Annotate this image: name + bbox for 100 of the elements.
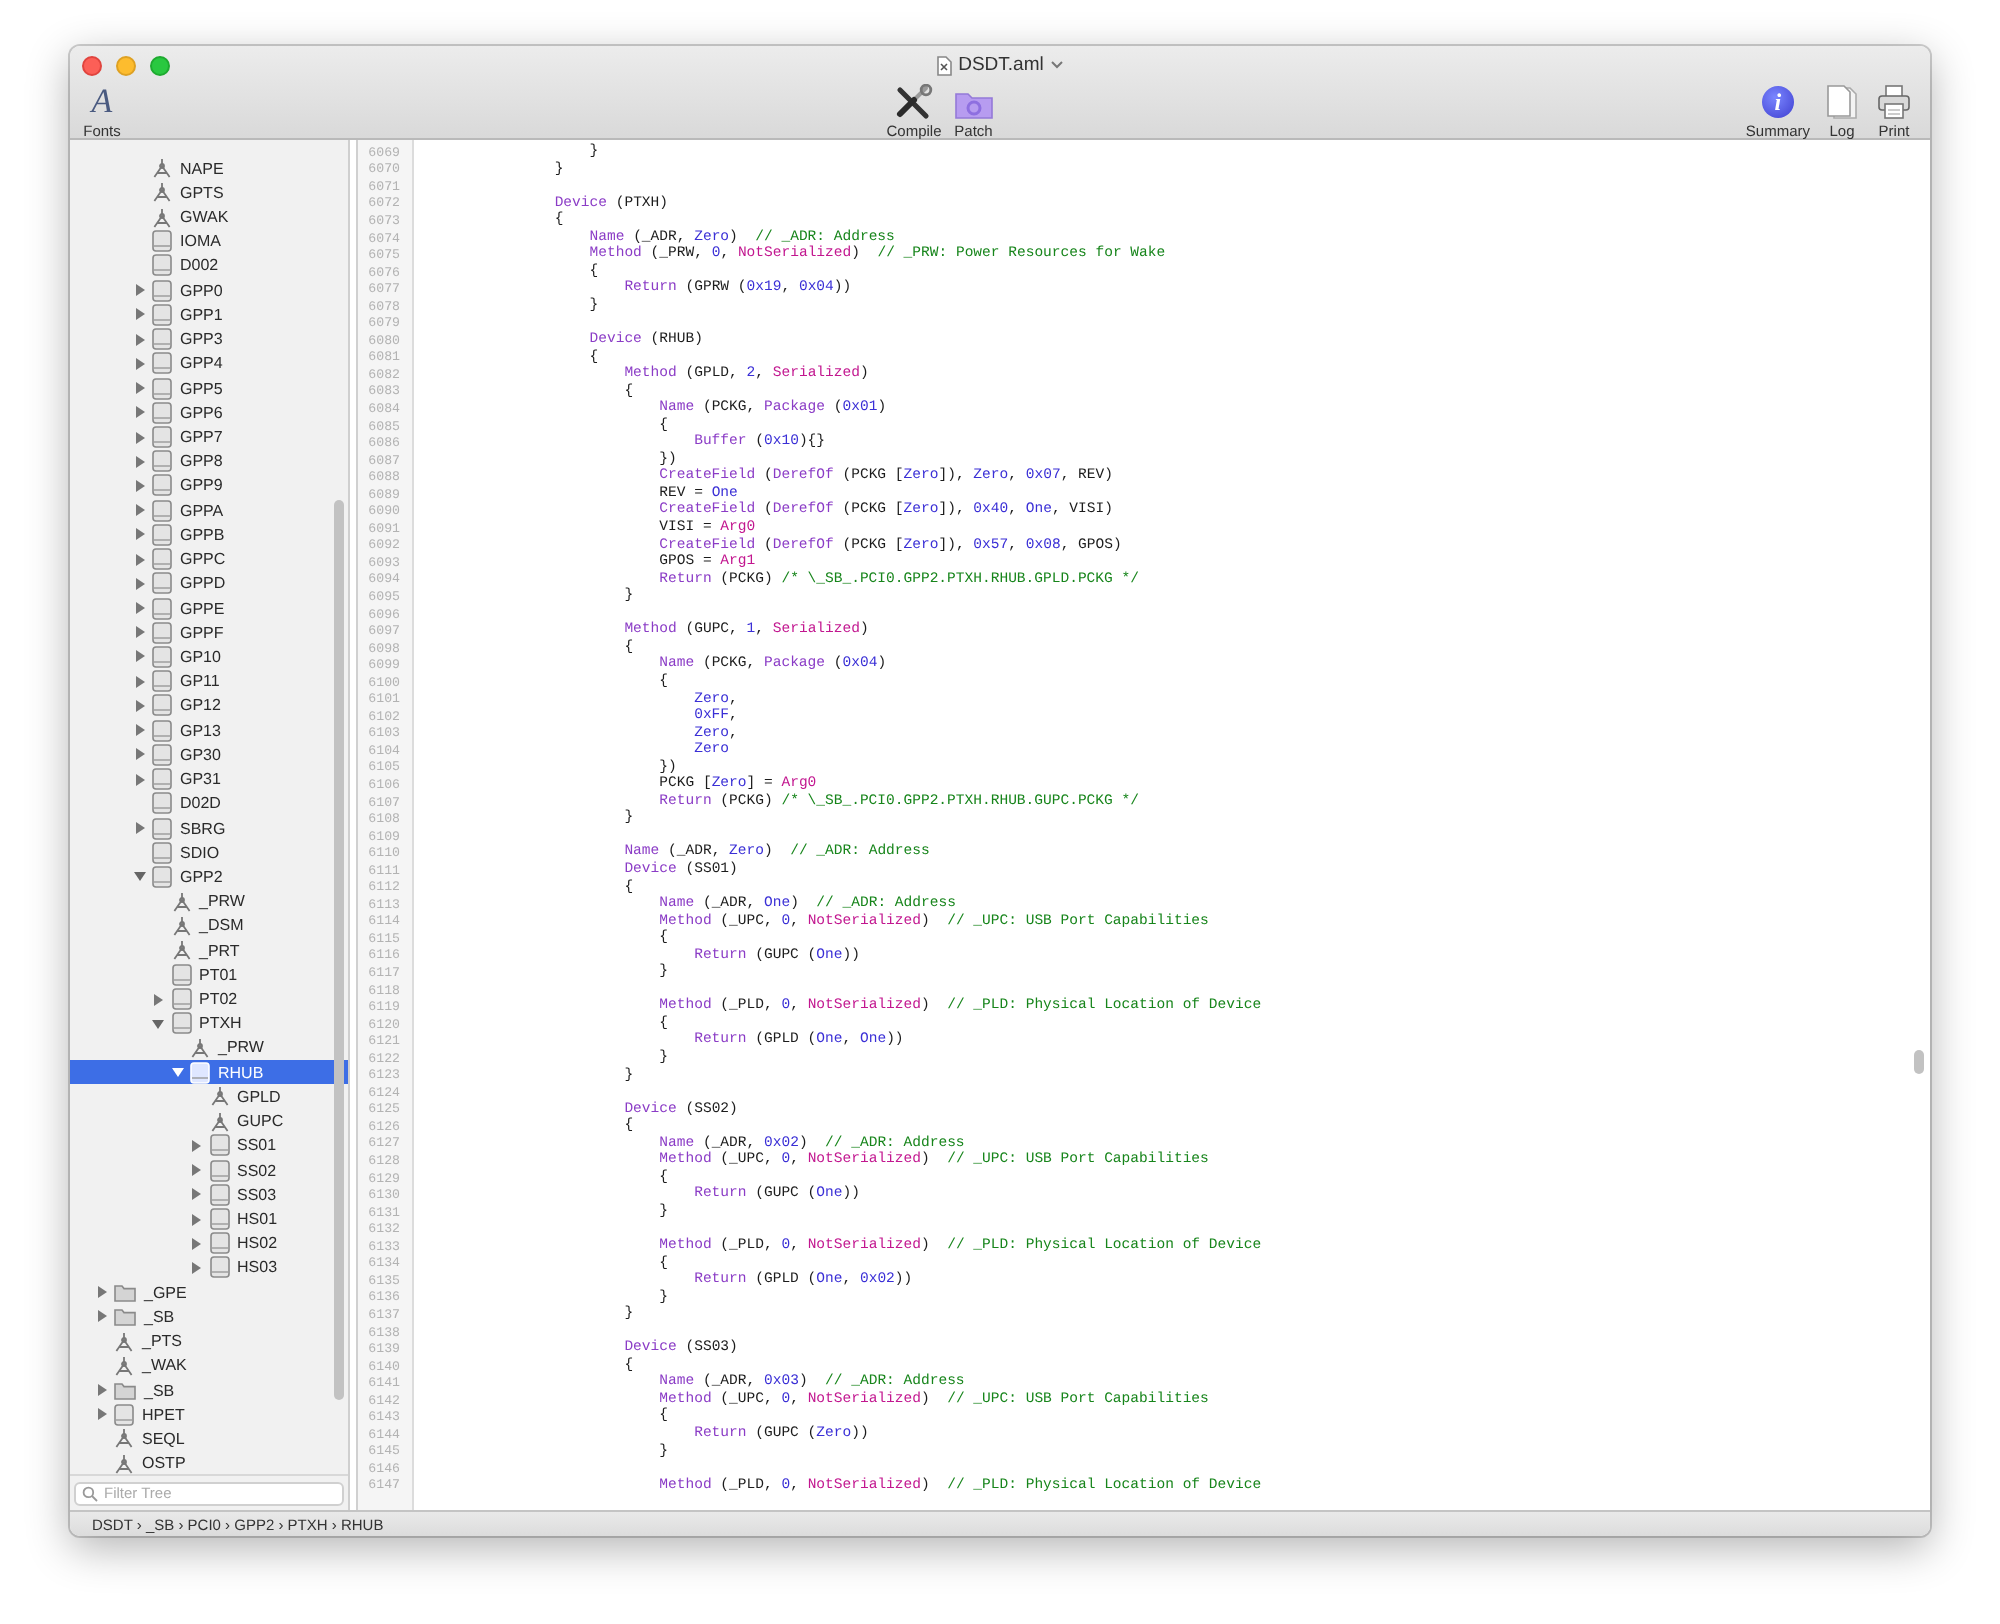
disclosure-triangle-icon[interactable] [190,1188,202,1201]
tree-item[interactable]: HS03 [70,1255,348,1281]
disclosure-triangle-icon[interactable] [133,577,145,590]
disclosure-triangle-icon[interactable] [133,553,145,566]
tree-item[interactable]: _DSM [70,913,348,938]
tree-item[interactable]: _PRW [70,1035,348,1061]
tree-item[interactable]: GPP3 [70,327,348,352]
disclosure-triangle-icon[interactable] [95,1408,107,1421]
tree-item[interactable]: OSTP [70,1451,348,1474]
disclosure-triangle-icon[interactable] [133,431,145,444]
disclosure-triangle-icon[interactable] [133,650,145,663]
disclosure-triangle-icon[interactable] [190,1237,202,1250]
tree-item[interactable]: GPP6 [70,400,348,425]
disclosure-triangle-icon[interactable] [133,626,145,639]
tree-item[interactable]: HS01 [70,1206,348,1232]
tree-item[interactable]: D002 [70,253,348,279]
tree-item[interactable]: GP10 [70,644,348,670]
scrollbar[interactable] [334,500,344,1400]
disclosure-triangle-icon[interactable] [152,1017,164,1030]
disclosure-triangle-icon[interactable] [133,773,145,786]
tree-item[interactable]: GP11 [70,669,348,694]
tree-item[interactable]: PT02 [70,986,348,1012]
disclosure-triangle-icon[interactable] [133,870,145,883]
tree-item[interactable]: GPPF [70,620,348,645]
tree-item[interactable]: SDIO [70,840,348,865]
disclosure-triangle-icon[interactable] [133,479,145,492]
tree-item[interactable]: GPPD [70,571,348,596]
tree-item[interactable]: GPPB [70,522,348,547]
tree-item[interactable]: GPPE [70,595,348,621]
tree-item[interactable]: GP12 [70,693,348,719]
compass-icon [114,1428,134,1449]
disclosure-triangle-icon[interactable] [133,382,145,395]
tree-item[interactable]: IOMA [70,229,348,254]
tree-item[interactable]: GP31 [70,766,348,792]
tree-item[interactable]: GPPC [70,547,348,572]
tree-item[interactable]: GP13 [70,718,348,743]
tree-item[interactable]: HPET [70,1402,348,1427]
zoom-button[interactable] [150,55,170,75]
tree-item[interactable]: _GPE [70,1280,348,1305]
disclosure-triangle-icon[interactable] [190,1139,202,1152]
chevron-icon[interactable] [1049,60,1064,70]
tree-item[interactable]: SBRG [70,815,348,841]
tree-item[interactable]: _PTS [70,1329,348,1354]
disclosure-triangle-icon[interactable] [133,602,145,615]
tree-item[interactable]: PTXH [70,1011,348,1036]
disclosure-triangle-icon[interactable] [152,993,164,1006]
tree-item[interactable]: GPP4 [70,351,348,376]
close-button[interactable] [82,55,102,75]
tree-item[interactable]: SS01 [70,1133,348,1158]
tree-item[interactable]: GP30 [70,742,348,767]
disclosure-triangle-icon[interactable] [133,455,145,468]
tree-item[interactable]: GUPC [70,1109,348,1134]
tree-item[interactable]: PT01 [70,962,348,987]
tree-item[interactable]: RHUB [70,1060,348,1085]
disclosure-triangle-icon[interactable] [95,1384,107,1397]
disclosure-triangle-icon[interactable] [133,675,145,688]
box-icon [152,841,172,864]
disclosure-triangle-icon[interactable] [133,528,145,541]
box-icon [209,1134,229,1157]
disclosure-triangle-icon[interactable] [95,1286,107,1299]
disclosure-triangle-icon[interactable] [133,308,145,321]
disclosure-triangle-icon[interactable] [133,822,145,835]
tree-item[interactable]: D02D [70,791,348,816]
disclosure-triangle-icon[interactable] [190,1261,202,1274]
tree-item[interactable]: GPTS [70,180,348,205]
tree-item[interactable]: GPP8 [70,449,348,474]
tree-item[interactable]: GPP1 [70,302,348,328]
tree-item[interactable]: SS03 [70,1182,348,1207]
tree-item[interactable]: _WAK [70,1353,348,1378]
disclosure-triangle-icon[interactable] [133,699,145,712]
tree-item[interactable]: GPP0 [70,278,348,303]
tree-item[interactable]: GPPA [70,498,348,523]
disclosure-triangle-icon[interactable] [133,504,145,517]
tree-item[interactable]: _PRW [70,889,348,914]
compass-icon [190,1037,210,1058]
tree-item[interactable]: GPP7 [70,424,348,450]
disclosure-triangle-icon[interactable] [133,748,145,761]
tree-item[interactable]: SS02 [70,1157,348,1183]
tree-item[interactable]: SEQL [70,1426,348,1452]
tree-item[interactable]: HS02 [70,1231,348,1256]
box-icon [209,1183,229,1206]
scrollbar[interactable] [1914,1050,1924,1074]
disclosure-triangle-icon[interactable] [171,1066,183,1079]
disclosure-triangle-icon[interactable] [133,333,145,346]
disclosure-triangle-icon[interactable] [133,284,145,297]
tree-item[interactable]: _SB [70,1304,348,1329]
tree-item[interactable]: GPP5 [70,375,348,401]
disclosure-triangle-icon[interactable] [133,406,145,419]
disclosure-triangle-icon[interactable] [133,724,145,737]
tree-item[interactable]: _PRT [70,938,348,963]
tree-item[interactable]: _SB [70,1377,348,1403]
tree-item[interactable]: GWAK [70,204,348,230]
disclosure-triangle-icon[interactable] [133,357,145,370]
tree-item[interactable]: GPP2 [70,864,348,890]
disclosure-triangle-icon[interactable] [95,1310,107,1323]
tree-item[interactable]: GPP9 [70,473,348,499]
tree-item[interactable]: NAPE [70,156,348,181]
tree-item[interactable]: GPLD [70,1084,348,1110]
disclosure-triangle-icon[interactable] [190,1164,202,1177]
disclosure-triangle-icon[interactable] [190,1213,202,1226]
